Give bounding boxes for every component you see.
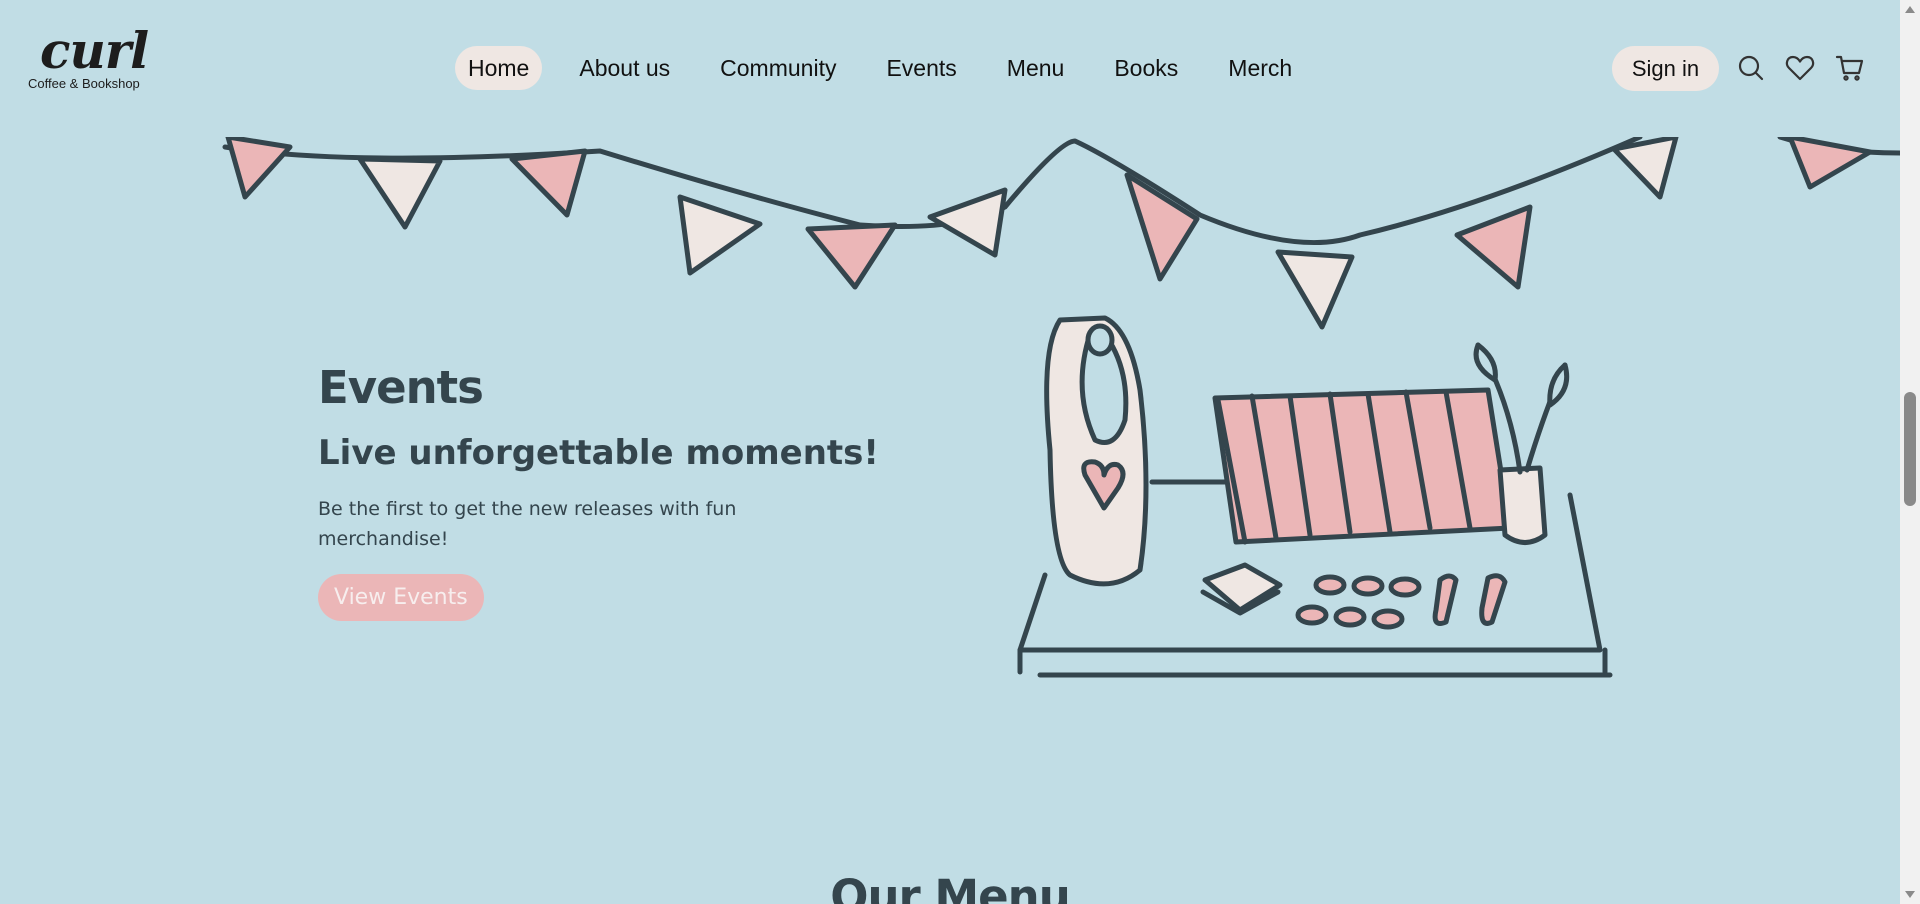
page-scrollbar[interactable] [1900,0,1920,904]
events-section: Events Live unforgettable moments! Be th… [318,358,879,621]
nav-item-about-us[interactable]: About us [566,46,683,90]
site-header: curl Coffee & Bookshop Home About us Com… [0,0,1900,137]
logo-tagline: Coffee & Bookshop [28,76,140,91]
scroll-up-arrow-icon[interactable] [1905,6,1915,13]
bunting-decoration [222,137,1900,330]
logo[interactable]: curl Coffee & Bookshop [28,21,158,92]
nav-item-events[interactable]: Events [873,46,969,90]
scroll-down-arrow-icon[interactable] [1905,891,1915,898]
events-subtitle: Live unforgettable moments! [318,433,879,473]
events-title: Events [318,361,484,414]
logo-wordmark: curl [40,21,149,80]
main-nav: Home About us Community Events Menu Book… [455,46,1329,90]
search-icon[interactable] [1735,52,1767,84]
our-menu-heading: Our Menu [830,870,1071,904]
nav-item-home[interactable]: Home [455,46,543,90]
nav-item-books[interactable]: Books [1101,46,1191,90]
events-description: Be the first to get the new releases wit… [318,498,737,550]
nav-item-menu[interactable]: Menu [994,46,1078,90]
heart-icon[interactable] [1784,52,1816,84]
merch-table-illustration [1017,315,1613,678]
nav-item-community[interactable]: Community [707,46,849,90]
scrollbar-thumb[interactable] [1904,392,1916,506]
view-events-button[interactable]: View Events [318,574,484,621]
sign-in-button[interactable]: Sign in [1612,46,1719,91]
cart-icon[interactable] [1834,52,1866,84]
nav-item-merch[interactable]: Merch [1215,46,1305,90]
